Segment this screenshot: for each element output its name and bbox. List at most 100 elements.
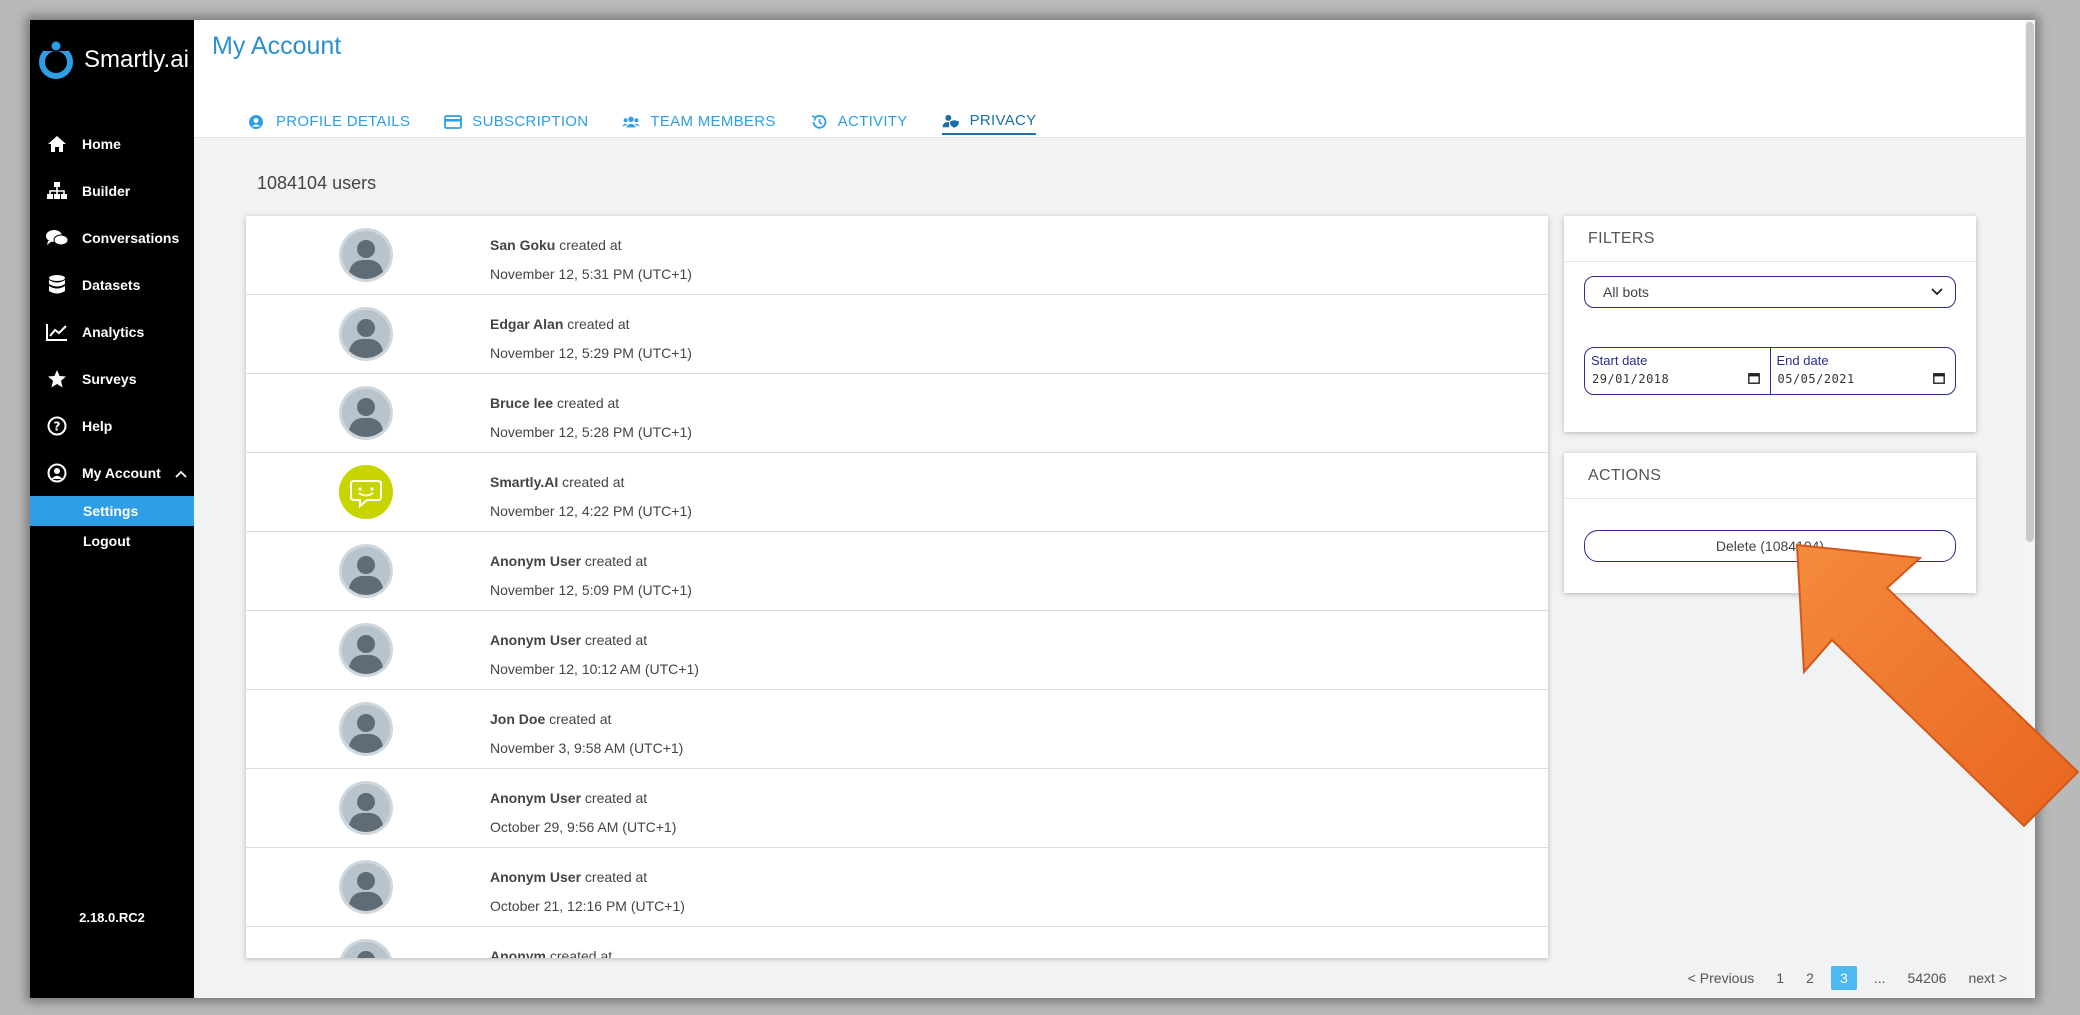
sidebar-item-conversations[interactable]: Conversations	[30, 214, 194, 261]
sidebar-item-builder[interactable]: Builder	[30, 167, 194, 214]
user-name: Anonym	[490, 948, 546, 958]
tab-label: PRIVACY	[969, 112, 1037, 129]
user-avatar-icon	[339, 544, 393, 598]
app-window: Smartly.ai Home Builder Conversations Da…	[30, 20, 2035, 998]
pagination-page[interactable]: 2	[1801, 966, 1819, 990]
brand-name: Smartly.ai	[84, 46, 189, 73]
user-row-title: Edgar Alan created at	[490, 316, 630, 332]
user-avatar-icon	[339, 307, 393, 361]
user-avatar-icon	[339, 386, 393, 440]
sidebar-item-label: My Account	[82, 464, 161, 481]
bot-select[interactable]: All bots	[1584, 276, 1956, 308]
created-at-label: created at	[584, 790, 648, 806]
user-avatar-icon	[339, 228, 393, 282]
page-scrollbar[interactable]	[2025, 20, 2035, 998]
tab-label: PROFILE DETAILS	[276, 113, 411, 130]
sidebar-item-surveys[interactable]: Surveys	[30, 355, 194, 402]
line-chart-icon	[46, 321, 68, 343]
home-icon	[46, 133, 68, 155]
sidebar-subitem-logout[interactable]: Logout	[30, 526, 194, 556]
user-created-date: November 3, 9:58 AM (UTC+1)	[490, 740, 684, 756]
sidebar-item-datasets[interactable]: Datasets	[30, 261, 194, 308]
question-circle-icon: ?	[46, 415, 68, 437]
user-created-date: November 12, 5:31 PM (UTC+1)	[490, 266, 692, 282]
user-row[interactable]: Anonym User created at October 21, 12:16 …	[246, 848, 1548, 927]
brand-logo[interactable]: Smartly.ai	[36, 40, 189, 80]
user-name: Anonym User	[490, 632, 582, 648]
user-row-title: San Goku created at	[490, 237, 622, 253]
pagination-page[interactable]: 3	[1830, 966, 1857, 990]
user-row-title: Anonym User created at	[490, 632, 647, 648]
created-at-label: created at	[584, 869, 648, 885]
user-row-title: Anonym User created at	[490, 553, 647, 569]
user-row[interactable]: Anonym User created at October 29, 9:56 A…	[246, 769, 1548, 848]
user-avatar-icon	[339, 781, 393, 835]
user-row[interactable]: Anonym User created at November 12, 10:12…	[246, 611, 1548, 690]
tab-team-members[interactable]: TEAM MEMBERS	[622, 112, 775, 135]
user-name: Smartly.AI	[490, 474, 559, 490]
user-avatar-icon	[340, 939, 392, 958]
sidebar-item-analytics[interactable]: Analytics	[30, 308, 194, 355]
smartly-logo-icon	[39, 41, 73, 79]
user-created-date: October 29, 9:56 AM (UTC+1)	[490, 819, 677, 835]
bot-select-value: All bots	[1603, 284, 1649, 300]
history-icon	[811, 114, 827, 129]
user-row[interactable]: Smartly.AI created at November 12, 4:22 P…	[246, 453, 1548, 532]
user-row[interactable]: Anonym User created at November 12, 5:09 …	[246, 532, 1548, 611]
created-at-label: created at	[549, 711, 612, 727]
sidebar-item-label: Help	[82, 417, 113, 434]
filters-card: FILTERS All bots Start date 29/01/2018 E…	[1564, 216, 1976, 432]
calendar-icon[interactable]	[1933, 372, 1945, 384]
user-name: Jon Doe	[490, 711, 546, 727]
scrollbar-thumb[interactable]	[2026, 22, 2034, 542]
sidebar-nav: Home Builder Conversations Datasets Anal…	[30, 120, 194, 556]
user-row[interactable]: Anonym created at	[246, 927, 1548, 958]
chat-bubbles-icon	[46, 227, 68, 249]
user-circle-icon	[46, 462, 68, 484]
page-header: My Account PROFILE DETAILS SUBSCRIPTION …	[194, 20, 2025, 138]
chevron-up-icon[interactable]	[175, 465, 187, 481]
end-date-field[interactable]: End date 05/05/2021	[1769, 348, 1956, 394]
start-date-field[interactable]: Start date 29/01/2018	[1585, 348, 1770, 394]
credit-card-icon	[444, 114, 463, 129]
user-row-title: Jon Doe created at	[490, 711, 611, 727]
users-count: 1084104 users	[257, 173, 377, 193]
sidebar-item-home[interactable]: Home	[30, 120, 194, 167]
created-at-label: created at	[567, 316, 630, 332]
created-at-label: created at	[556, 395, 620, 411]
calendar-icon[interactable]	[1747, 372, 1760, 384]
delete-users-button[interactable]: Delete (1084104)	[1584, 530, 1956, 562]
user-row[interactable]: Bruce lee created at November 12, 5:28 PM…	[246, 374, 1548, 453]
pagination-page[interactable]: 1	[1771, 966, 1789, 990]
user-created-date: November 12, 5:09 PM (UTC+1)	[490, 582, 692, 598]
user-row[interactable]: San Goku created at November 12, 5:31 PM …	[246, 216, 1548, 295]
created-at-label: created at	[584, 553, 648, 569]
user-name: Bruce lee	[490, 395, 554, 411]
database-icon	[46, 274, 68, 296]
user-circle-icon	[249, 114, 263, 129]
pagination: < Previous 1 2 3... 54206 next >	[1683, 966, 2012, 990]
tab-label: SUBSCRIPTION	[472, 113, 589, 130]
tab-activity[interactable]: ACTIVITY	[810, 112, 908, 135]
sidebar-item-label: Surveys	[82, 370, 137, 387]
user-row[interactable]: Edgar Alan created at November 12, 5:29 P…	[246, 295, 1548, 374]
user-created-date: November 12, 5:28 PM (UTC+1)	[490, 424, 692, 440]
sidebar-item-my-account[interactable]: My Account	[30, 449, 194, 496]
pagination-page[interactable]: 54206	[1903, 966, 1952, 990]
created-at-label: created at	[584, 632, 648, 648]
tab-profile-details[interactable]: PROFILE DETAILS	[248, 112, 410, 135]
tab-subscription[interactable]: SUBSCRIPTION	[444, 112, 588, 135]
filters-title: FILTERS	[1564, 216, 1976, 262]
pagination-previous[interactable]: < Previous	[1683, 966, 1760, 990]
pagination-next[interactable]: next >	[1963, 966, 2012, 990]
sidebar-item-label: Datasets	[82, 276, 141, 293]
actions-title: ACTIONS	[1564, 453, 1976, 499]
user-row[interactable]: Jon Doe created at November 3, 9:58 AM (U…	[246, 690, 1548, 769]
end-date-value: 05/05/2021	[1777, 372, 1855, 386]
sidebar-item-label: Builder	[82, 182, 131, 199]
sidebar-item-help[interactable]: ? Help	[30, 402, 194, 449]
tab-privacy[interactable]: PRIVACY	[941, 112, 1037, 135]
sidebar-subitem-settings[interactable]: Settings	[30, 496, 194, 526]
user-name: San Goku	[490, 237, 556, 253]
user-avatar-icon	[339, 702, 393, 756]
